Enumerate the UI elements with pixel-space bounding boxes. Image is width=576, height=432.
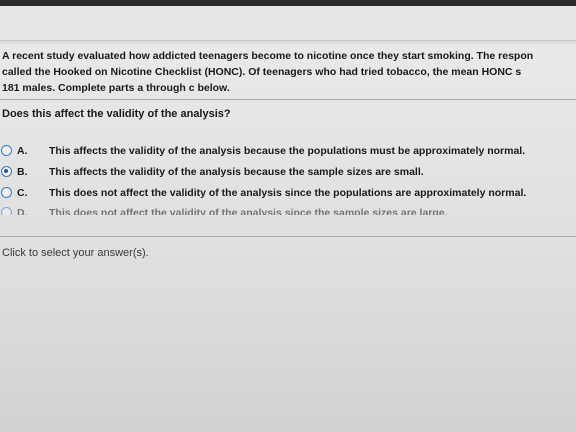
header-strip	[0, 6, 576, 41]
option-d-text: This does not affect the validity of the…	[49, 207, 448, 215]
option-a-text: This affects the validity of the analysi…	[49, 144, 526, 157]
intro-divider	[0, 99, 576, 100]
option-a-radio[interactable]	[1, 145, 12, 156]
intro-line-1: A recent study evaluated how addicted te…	[2, 50, 534, 62]
option-c-letter: C.	[17, 186, 28, 199]
question-panel	[0, 44, 576, 432]
option-b[interactable]: B. This affects the validity of the anal…	[0, 161, 576, 182]
option-d-letter: D.	[17, 207, 28, 215]
intro-line-2: called the Hooked on Nicotine Checklist …	[2, 66, 522, 78]
option-c[interactable]: C. This does not affect the validity of …	[0, 182, 576, 203]
option-a-letter: A.	[17, 144, 28, 157]
question-text: Does this affect the validity of the ana…	[2, 108, 231, 120]
option-a[interactable]: A. This affects the validity of the anal…	[0, 140, 576, 161]
answer-options: A. This affects the validity of the anal…	[0, 140, 576, 215]
intro-line-3: 181 males. Complete parts a through c be…	[2, 82, 230, 94]
select-instruction: Click to select your answer(s).	[2, 247, 149, 259]
option-b-text: This affects the validity of the analysi…	[49, 165, 424, 178]
option-d[interactable]: D. This does not affect the validity of …	[0, 203, 576, 215]
problem-intro: A recent study evaluated how addicted te…	[2, 48, 576, 96]
option-c-text: This does not affect the validity of the…	[49, 186, 527, 199]
option-b-letter: B.	[17, 165, 28, 178]
option-b-radio[interactable]	[1, 166, 12, 177]
option-d-radio[interactable]	[1, 207, 12, 215]
option-c-radio[interactable]	[1, 187, 12, 198]
options-divider	[0, 236, 576, 237]
